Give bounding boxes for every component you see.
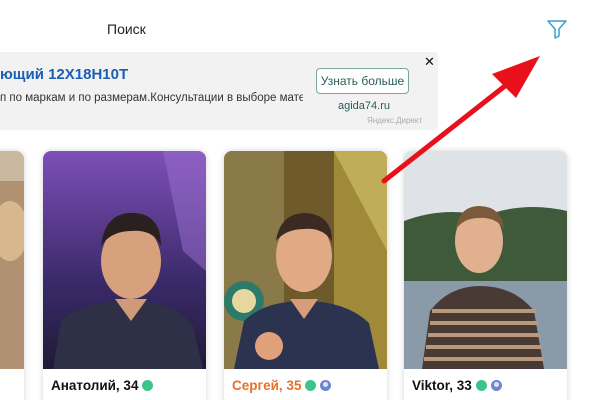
profile-card-partial[interactable] [0,151,24,400]
profile-photo [0,151,24,400]
profile-card[interactable]: Viktor, 33 [404,151,567,400]
profile-card[interactable]: Анатолий, 34 [43,151,206,400]
profile-name[interactable]: Анатолий, 34 [51,378,154,393]
profile-name[interactable]: Сергей, 35 [232,378,332,393]
ad-close-icon[interactable]: ✕ [424,54,435,70]
profile-photo [404,151,567,369]
profile-name-text[interactable]: Viktor, 33 [412,378,472,393]
online-status-icon [142,380,154,391]
ad-title[interactable]: ющий 12Х18Н10Т [0,66,128,83]
ad-source-label: Яндекс.Директ [367,116,423,125]
ad-domain[interactable]: agida74.ru [338,100,390,112]
page: Поиск ющий 12Х18Н10Т п по маркам и по ра… [0,0,600,400]
ad-banner[interactable]: ющий 12Х18Н10Т п по маркам и по размерам… [0,52,438,130]
profile-name[interactable]: Viktor, 33 [412,378,502,393]
online-status-icon [305,380,317,391]
ad-description: п по маркам и по размерам.Консультации в… [0,92,303,104]
profile-name-text[interactable]: Анатолий, 34 [51,378,138,393]
online-status-icon [475,380,487,391]
profile-photo [43,151,206,369]
page-title: Поиск [107,21,146,37]
filter-icon [547,20,567,39]
profile-card[interactable]: Сергей, 35 [224,151,387,400]
profile-name-text[interactable]: Сергей, 35 [232,378,301,393]
ad-learn-more-button[interactable]: Узнать больше [316,68,409,94]
verified-icon [320,380,332,391]
profile-photo [224,151,387,369]
filter-button[interactable] [546,18,568,40]
verified-icon [490,380,502,391]
